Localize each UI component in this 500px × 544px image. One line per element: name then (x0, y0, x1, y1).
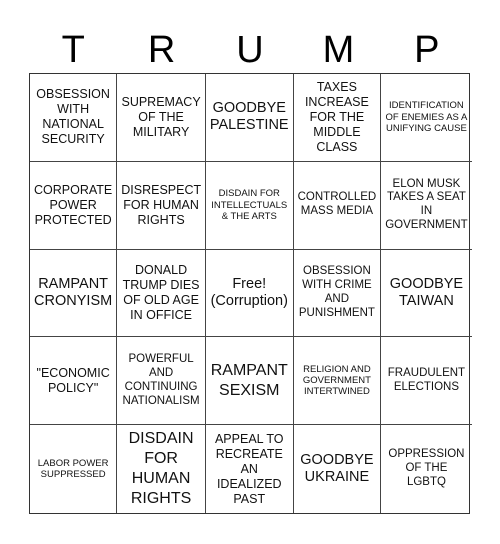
bingo-cell[interactable]: "ECONOMIC POLICY" (30, 337, 118, 426)
bingo-cell[interactable]: CONTROLLED MASS MEDIA (293, 161, 382, 250)
bingo-cell[interactable]: IDENTIFICATION OF ENEMIES AS A UNIFYING … (381, 74, 472, 162)
bingo-header: T R U M P (29, 28, 471, 72)
bingo-cell[interactable]: POWERFUL AND CONTINUING NATIONALISM (117, 337, 206, 426)
bingo-cell[interactable]: DISDAIN FOR HUMAN RIGHTS (117, 425, 206, 513)
header-letter: M (322, 29, 355, 71)
bingo-cell[interactable]: OBSESSION WITH NATIONAL SECURITY (30, 74, 118, 162)
bingo-cell[interactable]: GOODBYE PALESTINE (205, 74, 294, 162)
bingo-cell[interactable]: CORPORATE POWER PROTECTED (30, 161, 118, 250)
header-letter: U (236, 29, 264, 71)
bingo-cell[interactable]: ELON MUSK TAKES A SEAT IN GOVERNMENT (381, 162, 472, 250)
bingo-grid: OBSESSION WITH NATIONAL SECURITY SUPREMA… (29, 73, 472, 514)
bingo-cell[interactable]: GOODBYE TAIWAN (381, 250, 472, 338)
bingo-cell[interactable]: RAMPANT SEXISM (205, 337, 294, 426)
bingo-cell[interactable]: RAMPANT CRONYISM (30, 249, 118, 338)
bingo-cell[interactable]: SUPREMACY OF THE MILITARY (117, 74, 206, 162)
bingo-cell[interactable]: APPEAL TO RECREATE AN IDEALIZED PAST (206, 425, 294, 513)
header-letter: T (61, 29, 85, 71)
bingo-cell[interactable]: DISDAIN FOR INTELLECTUALS & THE ARTS (205, 161, 294, 250)
bingo-cell[interactable]: FRAUDULENT ELECTIONS (381, 337, 472, 426)
header-letter: P (414, 29, 440, 71)
bingo-cell[interactable]: TAXES INCREASE FOR THE MIDDLE CLASS (293, 74, 382, 162)
free-space-cell[interactable]: Free! (Corruption) (205, 249, 294, 338)
bingo-cell[interactable]: DONALD TRUMP DIES OF OLD AGE IN OFFICE (117, 249, 206, 338)
header-letter: R (147, 29, 176, 71)
bingo-cell[interactable]: DISRESPECT FOR HUMAN RIGHTS (117, 161, 206, 250)
bingo-cell[interactable]: OPPRESSION OF THE LGBTQ (381, 425, 471, 513)
bingo-cell[interactable]: RELIGION AND GOVERNMENT INTERTWINED (293, 337, 382, 426)
bingo-cell[interactable]: OBSESSION WITH CRIME AND PUNISHMENT (293, 249, 382, 338)
bingo-cell[interactable]: LABOR POWER SUPPRESSED (30, 425, 118, 513)
bingo-cell[interactable]: GOODBYE UKRAINE (294, 425, 382, 513)
